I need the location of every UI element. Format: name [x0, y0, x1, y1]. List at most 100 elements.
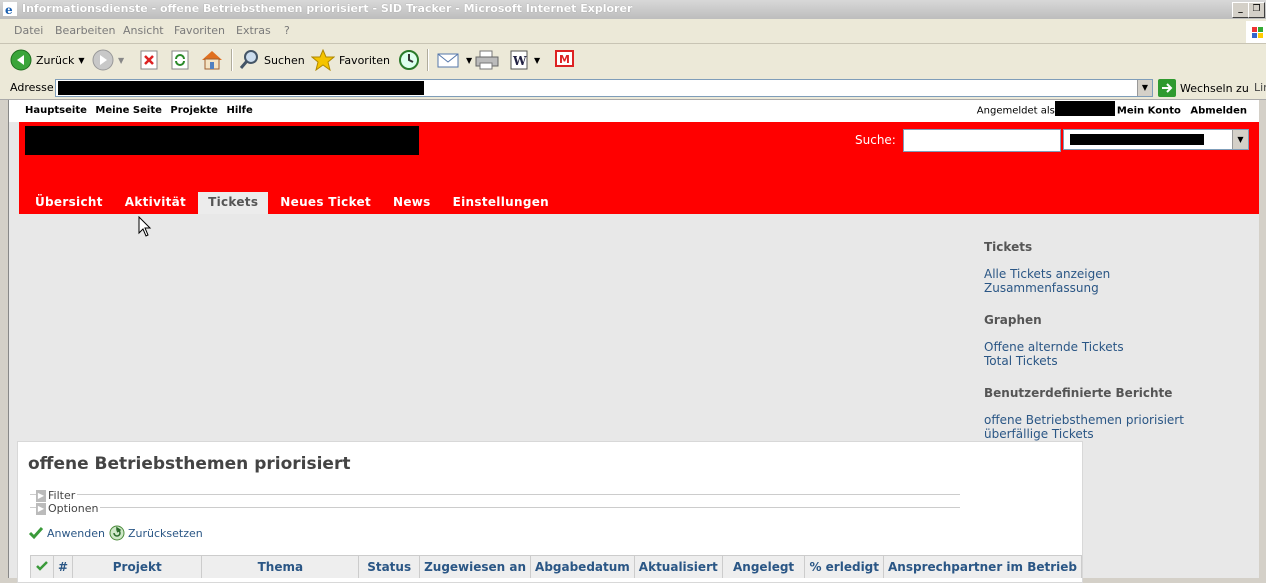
search-label: Suche: — [855, 133, 896, 147]
history-button[interactable] — [397, 49, 421, 71]
refresh-button[interactable] — [170, 49, 190, 71]
toolbar-separator — [231, 49, 233, 71]
back-dropdown-icon[interactable]: ▼ — [78, 56, 84, 65]
back-arrow-icon — [10, 49, 32, 71]
page-title: offene Betriebsthemen priorisiert — [28, 454, 351, 474]
tab-settings[interactable]: Einstellungen — [443, 192, 559, 214]
tab-activity[interactable]: Aktivität — [115, 192, 196, 214]
mail-button[interactable]: ▼ — [436, 49, 472, 71]
column-assigned-to[interactable]: Zugewiesen an — [419, 555, 532, 578]
select-all-column[interactable] — [30, 555, 54, 578]
options-toggle[interactable]: ▶ Optionen — [36, 502, 101, 515]
link-aging-tickets[interactable]: Offene alternde Tickets — [984, 340, 1254, 354]
top-menu-projects[interactable]: Projekte — [170, 105, 218, 116]
column-subject[interactable]: Thema — [201, 555, 360, 578]
link-summary[interactable]: Zusammenfassung — [984, 281, 1254, 295]
column-updated[interactable]: Aktualisiert — [633, 555, 723, 578]
minimize-button[interactable]: _ — [1232, 2, 1249, 18]
sidebar-heading-tickets: Tickets — [984, 240, 1033, 254]
printer-icon — [475, 50, 499, 70]
mail-dropdown-icon[interactable]: ▼ — [466, 56, 472, 65]
top-menu-my-page[interactable]: Meine Seite — [95, 105, 162, 116]
link-total-tickets[interactable]: Total Tickets — [984, 354, 1254, 368]
go-button[interactable]: Wechseln zu — [1158, 79, 1249, 97]
messenger-button[interactable]: M — [554, 49, 576, 71]
back-button[interactable]: Zurück ▼ — [10, 49, 85, 71]
filter-fieldset: ▶ Filter — [30, 489, 960, 502]
menu-ansicht[interactable]: Ansicht — [123, 24, 164, 37]
project-jump-select[interactable]: ▼ — [1063, 129, 1249, 150]
edit-dropdown-icon[interactable]: ▼ — [534, 56, 540, 65]
top-menu-help[interactable]: Hilfe — [226, 105, 252, 116]
home-icon — [202, 51, 222, 70]
column-project[interactable]: Projekt — [72, 555, 203, 578]
column-contact[interactable]: Ansprechpartner im Betrieb — [883, 555, 1082, 578]
forward-dropdown-icon[interactable]: ▼ — [118, 56, 124, 65]
restore-button[interactable]: ❐ — [1248, 2, 1265, 18]
checkmark-icon — [36, 561, 48, 571]
svg-text:M: M — [559, 53, 570, 66]
menu-bar: Datei Bearbeiten Ansicht Favoriten Extra… — [0, 19, 1266, 44]
tab-overview[interactable]: Übersicht — [25, 192, 113, 214]
redacted-username — [1054, 101, 1115, 116]
window-title-bar: e Informationsdienste - offene Betriebst… — [0, 0, 1266, 19]
expand-arrow-icon: ▶ — [36, 502, 46, 515]
apply-button[interactable]: Anwenden — [28, 526, 105, 540]
menu-help[interactable]: ? — [284, 24, 290, 37]
link-report-overdue[interactable]: überfällige Tickets — [984, 427, 1254, 441]
main-menu-tabs: Übersicht Aktivität Tickets Neues Ticket… — [25, 192, 561, 214]
reset-button[interactable]: Zurücksetzen — [109, 525, 203, 541]
word-document-icon: W — [510, 50, 528, 70]
checkmark-icon — [28, 527, 44, 540]
home-button[interactable] — [200, 49, 224, 71]
filter-toggle[interactable]: ▶ Filter — [36, 489, 78, 502]
print-button[interactable] — [474, 49, 500, 71]
menu-bearbeiten[interactable]: Bearbeiten — [55, 24, 115, 37]
messenger-icon: M — [555, 50, 574, 67]
forward-button[interactable]: ▼ — [92, 49, 124, 71]
reload-icon — [109, 525, 125, 541]
logged-in-label: Angemeldet als — [976, 105, 1055, 117]
menu-datei[interactable]: Datei — [14, 24, 43, 37]
address-bar: Adresse ▼ Wechseln zu Lin — [0, 77, 1266, 100]
redacted-url — [58, 81, 424, 95]
tab-tickets[interactable]: Tickets — [198, 192, 269, 214]
link-report-priorities[interactable]: offene Betriebsthemen priorisiert — [984, 413, 1254, 427]
forward-arrow-icon — [92, 49, 114, 71]
link-all-tickets[interactable]: Alle Tickets anzeigen — [984, 267, 1254, 281]
my-account-link[interactable]: Mein Konto — [1117, 106, 1181, 117]
search-button[interactable]: Suchen — [238, 49, 305, 71]
column-due-date[interactable]: Abgabedatum — [530, 555, 635, 578]
table-header-row: # Projekt Thema Status Zugewiesen an Abg… — [30, 555, 1082, 578]
links-button[interactable]: Lin — [1254, 81, 1266, 94]
mouse-cursor-icon — [138, 216, 152, 237]
query-buttons: Anwenden Zurücksetzen — [28, 525, 207, 541]
chevron-down-icon[interactable]: ▼ — [1232, 130, 1248, 149]
menu-favoriten[interactable]: Favoriten — [174, 24, 225, 37]
sidebar-heading-reports: Benutzerdefinierte Berichte — [984, 386, 1173, 400]
address-dropdown-icon[interactable]: ▼ — [1137, 80, 1152, 96]
internet-explorer-icon: e — [3, 2, 17, 16]
refresh-icon — [171, 50, 189, 70]
logout-link[interactable]: Abmelden — [1190, 106, 1247, 117]
column-id[interactable]: # — [52, 555, 74, 578]
top-menu: Hauptseite Meine Seite Projekte Hilfe An… — [9, 100, 1259, 122]
column-done-ratio[interactable]: % erledigt — [804, 555, 885, 578]
tab-new-ticket[interactable]: Neues Ticket — [270, 192, 381, 214]
issues-table: # Projekt Thema Status Zugewiesen an Abg… — [30, 555, 1082, 578]
column-status[interactable]: Status — [358, 555, 421, 578]
menu-extras[interactable]: Extras — [236, 24, 271, 37]
address-input[interactable]: ▼ — [55, 79, 1153, 97]
options-fieldset: ▶ Optionen — [30, 502, 960, 515]
mail-icon — [437, 53, 459, 68]
column-created[interactable]: Angelegt — [721, 555, 806, 578]
tab-news[interactable]: News — [383, 192, 441, 214]
expand-arrow-icon: ▶ — [36, 489, 46, 502]
edit-word-button[interactable]: W ▼ — [508, 49, 540, 71]
redacted-project-name — [1070, 134, 1204, 145]
top-menu-home[interactable]: Hauptseite — [25, 105, 87, 116]
stop-button[interactable] — [139, 49, 159, 71]
window-title: Informationsdienste - offene Betriebsthe… — [22, 2, 633, 15]
favorites-button[interactable]: Favoriten — [311, 49, 390, 71]
search-input[interactable] — [903, 129, 1061, 152]
